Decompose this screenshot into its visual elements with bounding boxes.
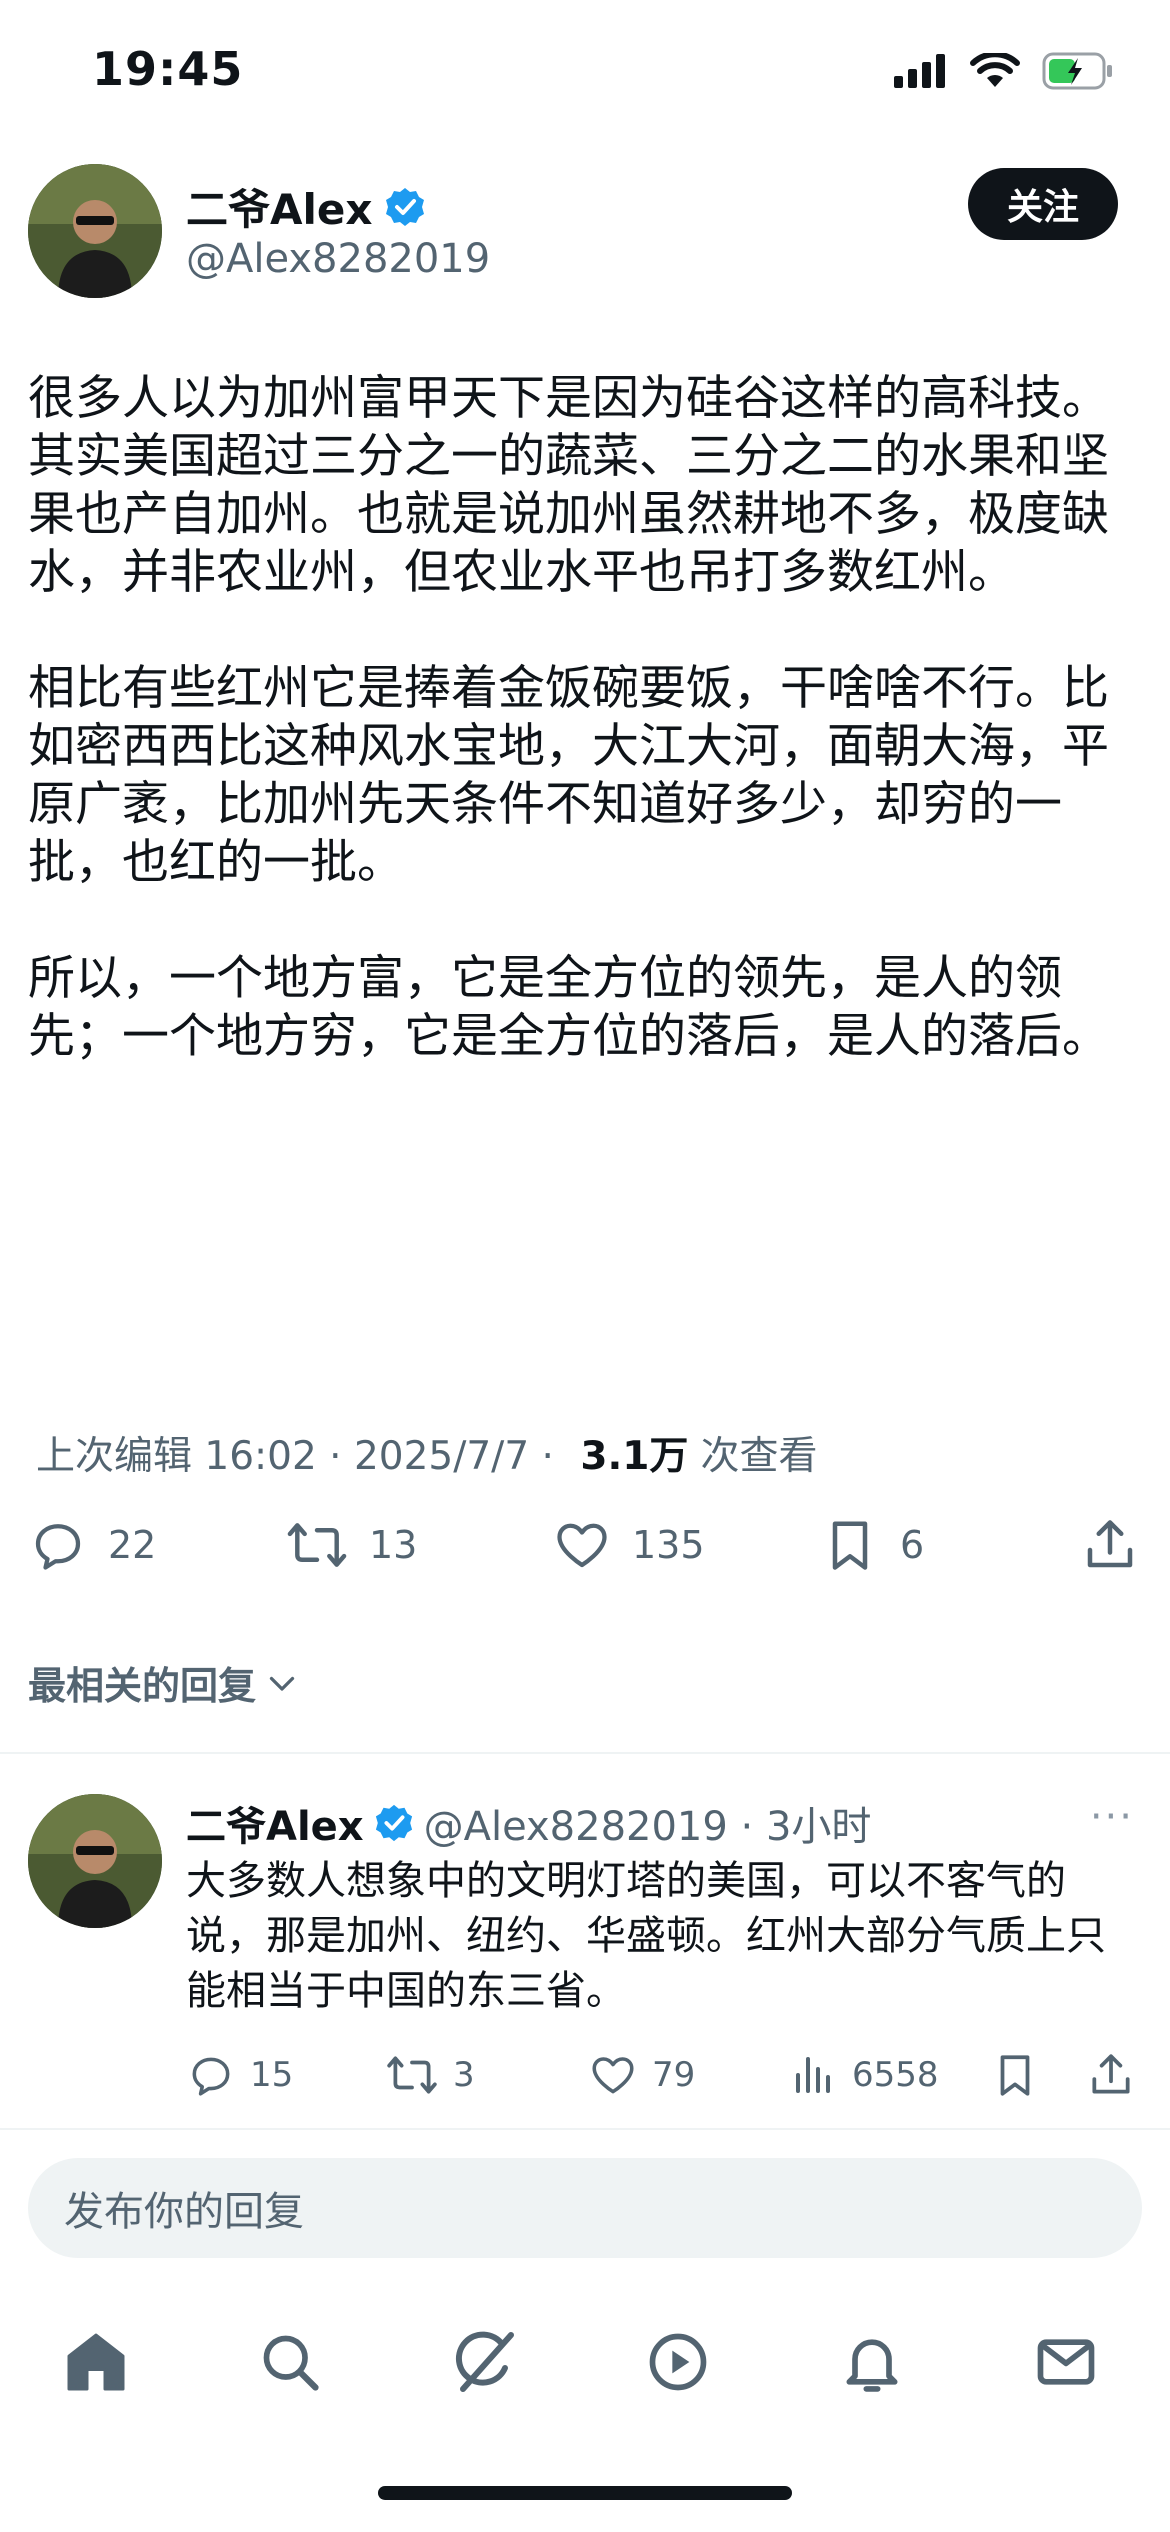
author-avatar[interactable] <box>28 164 162 298</box>
reply-icon <box>192 2057 230 2096</box>
views-count: 3.1万 <box>580 1434 689 1479</box>
reply-text: 大多数人想象中的文明灯塔的美国，可以不客气的说，那是加州、纽约、华盛顿。红州大部… <box>186 1858 1106 2014</box>
divider <box>0 1752 1170 1754</box>
search-icon <box>263 2335 319 2391</box>
tweet-author-header: 二爷Alex @Alex8282019 关注 <box>0 160 1170 320</box>
reply-avatar[interactable] <box>28 1794 162 1928</box>
video-icon <box>649 2333 707 2391</box>
home-icon <box>67 2333 125 2391</box>
nav-video[interactable] <box>638 2322 718 2402</box>
bookmark-count: 6 <box>900 1523 925 1567</box>
author-handle: @Alex8282019 <box>186 236 491 282</box>
reply-bookmark-button[interactable] <box>990 2050 1040 2100</box>
author-name[interactable]: 二爷Alex <box>186 176 372 237</box>
battery-icon <box>1042 52 1112 90</box>
bookmark-icon <box>1000 2055 1030 2096</box>
nav-search[interactable] <box>250 2322 330 2402</box>
divider <box>0 2128 1170 2130</box>
reply-item[interactable]: 二爷Alex @Alex8282019 · 3小时 ··· 大多数人想象中的文明… <box>0 1770 1170 2120</box>
reply-views-count: 6558 <box>852 2055 939 2095</box>
tweet-text: 很多人以为加州富甲天下是因为硅谷这样的高科技。其实美国超过三分之一的蔬菜、三分之… <box>28 370 1128 1124</box>
retweet-button[interactable]: 13 <box>285 1515 417 1575</box>
bell-icon <box>846 2339 898 2392</box>
reply-author-name[interactable]: 二爷Alex <box>186 1794 364 1852</box>
reply-retweet-button[interactable]: 3 <box>385 2050 475 2100</box>
author-name-row: 二爷Alex <box>186 176 426 237</box>
tweet-paragraph: 很多人以为加州富甲天下是因为硅谷这样的高科技。其实美国超过三分之一的蔬菜、三分之… <box>28 371 1109 600</box>
views-icon <box>796 2057 830 2093</box>
reply-reply-button[interactable]: 15 <box>186 2050 293 2100</box>
follow-button[interactable]: 关注 <box>968 168 1118 240</box>
reply-like-button[interactable]: 79 <box>588 2050 695 2100</box>
reply-reply-count: 15 <box>250 2055 294 2095</box>
status-time: 19:45 <box>92 42 244 96</box>
views-label: 次查看 <box>700 1434 818 1479</box>
reply-actions: 15 3 79 6558 <box>0 2050 1170 2110</box>
reply-input[interactable]: 发布你的回复 <box>28 2158 1142 2258</box>
reply-retweet-count: 3 <box>453 2055 475 2095</box>
nav-home[interactable] <box>56 2322 136 2402</box>
edited-timestamp[interactable]: 上次编辑 16:02 · 2025/7/7 <box>36 1425 529 1481</box>
like-icon <box>592 2057 634 2094</box>
tweet-paragraph: 所以，一个地方富，它是全方位的领先，是人的领先；一个地方穷，它是全方位的落后，是… <box>28 951 1109 1064</box>
retweet-icon <box>387 2056 437 2094</box>
bottom-nav <box>0 2300 1170 2420</box>
reply-views-button[interactable]: 6558 <box>790 2050 939 2100</box>
signal-icon <box>894 54 945 88</box>
tweet-paragraph: 相比有些红州它是捧着金饭碗要饭，干啥啥不行。比如密西西比这种风水宝地，大江大河，… <box>28 661 1109 890</box>
mail-icon <box>1037 2339 1095 2385</box>
share-icon <box>1087 1520 1133 1568</box>
like-button[interactable]: 135 <box>552 1515 705 1575</box>
share-button[interactable] <box>1080 1515 1140 1575</box>
bookmark-icon <box>832 1521 868 1570</box>
status-bar: 19:45 <box>0 0 1170 150</box>
more-options-button[interactable]: ··· <box>1090 1794 1134 1840</box>
share-icon <box>1092 2054 1130 2094</box>
reply-input-placeholder: 发布你的回复 <box>64 2189 304 2235</box>
verified-icon <box>375 1804 412 1842</box>
reply-like-count: 79 <box>652 2055 696 2095</box>
reply-share-button[interactable] <box>1086 2050 1136 2100</box>
wifi-icon <box>970 53 1020 87</box>
tweet-actions: 22 13 135 6 <box>0 1515 1170 1605</box>
reply-button[interactable]: 22 <box>28 1515 156 1575</box>
nav-messages[interactable] <box>1026 2322 1106 2402</box>
chevron-down-icon <box>269 1676 295 1691</box>
status-icons <box>894 52 1114 90</box>
retweet-count: 13 <box>369 1523 418 1567</box>
verified-icon <box>386 187 425 226</box>
reply-icon <box>35 1524 81 1570</box>
retweet-icon <box>287 1523 347 1567</box>
like-icon <box>557 1523 607 1568</box>
home-indicator <box>378 2486 792 2500</box>
reply-count: 22 <box>108 1523 157 1567</box>
relevant-replies-dropdown[interactable]: 最相关的回复 <box>28 1655 300 1710</box>
tweet-meta: 上次编辑 16:02 · 2025/7/7 · 3.1万 次查看 <box>36 1425 817 1481</box>
grok-icon <box>455 2331 514 2392</box>
reply-handle-time: @Alex8282019 · 3小时 <box>423 1804 872 1850</box>
like-count: 135 <box>632 1523 705 1567</box>
reply-header: 二爷Alex @Alex8282019 · 3小时 <box>186 1794 871 1852</box>
nav-notifications[interactable] <box>832 2322 912 2402</box>
bookmark-button[interactable]: 6 <box>820 1515 924 1575</box>
nav-grok[interactable] <box>444 2322 524 2402</box>
meta-separator: · <box>529 1434 567 1479</box>
relevant-replies-label: 最相关的回复 <box>28 1664 257 1708</box>
